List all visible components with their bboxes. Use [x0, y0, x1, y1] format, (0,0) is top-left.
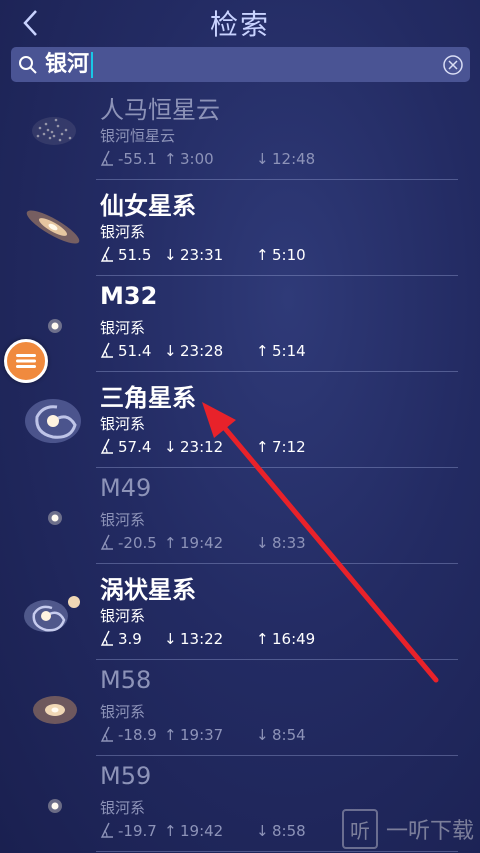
altitude-value: 51.5	[118, 246, 152, 264]
object-type: 银河系	[100, 511, 146, 529]
set-arrow-icon: ↑	[256, 438, 269, 456]
rise-time: 19:42	[180, 534, 224, 552]
row-divider	[96, 851, 458, 852]
object-thumbnail	[10, 376, 96, 462]
object-type: 银河系	[100, 703, 146, 721]
object-type: 银河系	[100, 607, 146, 625]
object-type: 银河系	[100, 799, 146, 817]
rise-arrow-icon: ↓	[164, 342, 177, 360]
set-time: 12:48	[272, 150, 316, 168]
result-row[interactable]: 仙女星系 银河系 51.5 ↓ 23:31 ↑ 5:10	[0, 180, 480, 276]
result-row[interactable]: M49 银河系 -20.5 ↑ 19:42 ↓ 8:33	[0, 468, 480, 564]
rise-arrow-icon: ↑	[164, 822, 177, 840]
set-time: 8:58	[272, 822, 306, 840]
rise-time: 23:12	[180, 438, 224, 456]
set-arrow-icon: ↓	[256, 534, 269, 552]
set-arrow-icon: ↑	[256, 630, 269, 648]
header: 检索	[0, 0, 480, 46]
object-name: M59	[100, 762, 152, 790]
rise-time: 23:31	[180, 246, 224, 264]
set-arrow-icon: ↓	[256, 726, 269, 744]
rise-time: 19:42	[180, 822, 224, 840]
results-list: 人马恒星云 银河恒星云 -55.1 ↑ 3:00 ↓ 12:48 仙女星系 银河…	[0, 84, 480, 852]
altitude-icon	[100, 726, 114, 746]
object-thumbnail	[10, 664, 96, 750]
object-type: 银河系	[100, 223, 146, 241]
set-time: 5:10	[272, 246, 306, 264]
altitude-value: -19.7	[118, 822, 157, 840]
rise-time: 19:37	[180, 726, 224, 744]
rise-arrow-icon: ↑	[164, 150, 177, 168]
rise-time: 23:28	[180, 342, 224, 360]
set-time: 16:49	[272, 630, 316, 648]
search-bar[interactable]: 银河	[11, 47, 470, 82]
object-name: 涡状星系	[100, 576, 196, 604]
clear-circle-icon[interactable]	[442, 54, 464, 76]
result-row[interactable]: 涡状星系 银河系 3.9 ↓ 13:22 ↑ 16:49	[0, 564, 480, 660]
object-name: 人马恒星云	[100, 96, 220, 124]
altitude-icon	[100, 630, 114, 650]
set-time: 8:54	[272, 726, 306, 744]
altitude-icon	[100, 246, 114, 266]
magnifier-icon	[13, 55, 43, 75]
rise-arrow-icon: ↓	[164, 630, 177, 648]
menu-icon	[16, 354, 36, 368]
watermark: 听 一听下载	[341, 809, 474, 849]
object-name: 三角星系	[100, 384, 196, 412]
set-time: 8:33	[272, 534, 306, 552]
result-row[interactable]: 三角星系 银河系 57.4 ↓ 23:12 ↑ 7:12	[0, 372, 480, 468]
rise-arrow-icon: ↓	[164, 246, 177, 264]
altitude-icon	[100, 438, 114, 458]
set-time: 5:14	[272, 342, 306, 360]
result-row[interactable]: 人马恒星云 银河恒星云 -55.1 ↑ 3:00 ↓ 12:48	[0, 84, 480, 180]
altitude-value: -55.1	[118, 150, 157, 168]
watermark-logo: 听	[341, 809, 378, 849]
set-arrow-icon: ↓	[256, 822, 269, 840]
result-row[interactable]: M32 银河系 51.4 ↓ 23:28 ↑ 5:14	[0, 276, 480, 372]
rise-arrow-icon: ↑	[164, 726, 177, 744]
set-arrow-icon: ↑	[256, 246, 269, 264]
watermark-text: 一听下载	[385, 819, 474, 844]
back-button[interactable]	[14, 6, 48, 40]
altitude-value: 57.4	[118, 438, 152, 456]
result-row[interactable]: M58 银河系 -18.9 ↑ 19:37 ↓ 8:54	[0, 660, 480, 756]
altitude-value: -18.9	[118, 726, 157, 744]
rise-arrow-icon: ↑	[164, 534, 177, 552]
altitude-icon	[100, 534, 114, 554]
set-arrow-icon: ↓	[256, 150, 269, 168]
rise-time: 13:22	[180, 630, 224, 648]
object-name: M32	[100, 282, 158, 310]
object-type: 银河系	[100, 319, 146, 337]
object-thumbnail	[10, 184, 96, 270]
altitude-value: 3.9	[118, 630, 142, 648]
rise-time: 3:00	[180, 150, 214, 168]
altitude-icon	[100, 150, 114, 170]
object-name: M49	[100, 474, 152, 502]
object-thumbnail	[10, 472, 96, 558]
set-arrow-icon: ↑	[256, 342, 269, 360]
menu-button[interactable]	[4, 339, 48, 383]
altitude-icon	[100, 342, 114, 362]
object-thumbnail	[10, 760, 96, 846]
object-thumbnail	[10, 568, 96, 654]
object-name: M58	[100, 666, 152, 694]
object-type: 银河恒星云	[100, 127, 176, 145]
altitude-value: -20.5	[118, 534, 157, 552]
altitude-icon	[100, 822, 114, 842]
chevron-left-icon	[23, 10, 37, 36]
rise-arrow-icon: ↓	[164, 438, 177, 456]
object-type: 银河系	[100, 415, 146, 433]
set-time: 7:12	[272, 438, 306, 456]
search-input[interactable]: 银河	[43, 51, 94, 78]
altitude-value: 51.4	[118, 342, 152, 360]
object-name: 仙女星系	[100, 192, 196, 220]
page-title: 检索	[209, 8, 270, 41]
object-thumbnail	[10, 88, 96, 174]
